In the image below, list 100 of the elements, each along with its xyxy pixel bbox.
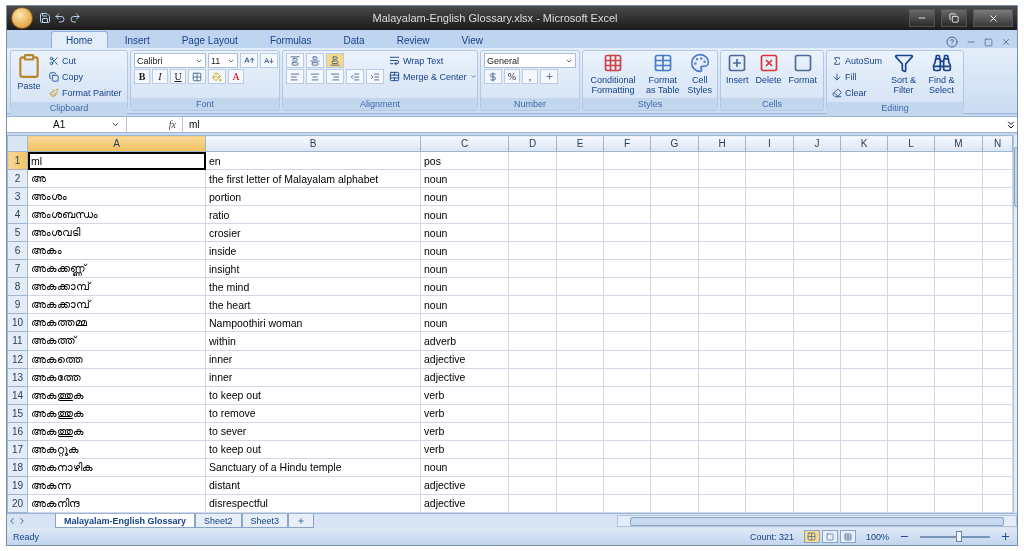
normal-view-button[interactable] xyxy=(803,530,820,543)
font-color-button[interactable]: A xyxy=(228,69,244,84)
ribbon-tab[interactable]: Review xyxy=(381,31,445,48)
grow-font-icon xyxy=(243,55,255,66)
bold-button[interactable]: B xyxy=(134,69,150,84)
ribbon-tab[interactable]: Page Layout xyxy=(166,31,253,48)
ribbon-tab[interactable]: Insert xyxy=(109,31,165,48)
decimal-button[interactable] xyxy=(540,69,558,84)
align-right-button[interactable] xyxy=(326,69,344,84)
column-header[interactable]: M xyxy=(934,135,983,152)
column-header[interactable]: I xyxy=(745,135,794,152)
zoom-in-icon[interactable] xyxy=(1000,531,1011,542)
column-header[interactable]: N xyxy=(982,135,1013,152)
styles-button[interactable]: Conditional Formatting xyxy=(586,53,640,95)
copy-button[interactable]: Copy xyxy=(47,69,124,84)
fill-button[interactable]: Fill xyxy=(830,69,885,84)
align-left-button[interactable] xyxy=(286,69,304,84)
ribbon-tab[interactable]: View xyxy=(446,31,498,48)
column-header[interactable]: E xyxy=(556,135,604,152)
comma-button[interactable]: , xyxy=(522,69,538,84)
column-header[interactable]: K xyxy=(840,135,888,152)
formula-field[interactable]: ml xyxy=(183,117,1005,132)
close-button[interactable] xyxy=(973,9,1013,27)
restore-icon[interactable] xyxy=(984,37,993,47)
new-sheet-tab[interactable] xyxy=(288,514,315,528)
sheet-tab[interactable]: Malayalam-English Glossary xyxy=(55,514,196,528)
help-icon[interactable] xyxy=(946,36,958,48)
table-cell: distant xyxy=(205,476,421,495)
table-cell xyxy=(698,386,746,405)
table-cell xyxy=(650,259,699,278)
table-cell: adjective xyxy=(420,476,509,495)
number-format-field[interactable]: General xyxy=(484,53,576,68)
bottom-align-button[interactable] xyxy=(326,53,344,68)
table-cell: അകക്കാമ്പ് xyxy=(27,277,206,296)
sort-filter-button[interactable]: Sort & Filter xyxy=(887,53,921,95)
column-header[interactable]: H xyxy=(698,135,746,152)
font-size-field[interactable]: 11 xyxy=(208,53,238,68)
autosum-button[interactable]: AutoSum xyxy=(830,53,885,68)
top-align-button[interactable] xyxy=(286,53,304,68)
clear-button[interactable]: Clear xyxy=(830,85,885,100)
currency-button[interactable] xyxy=(484,69,502,84)
table-cell xyxy=(745,368,794,387)
expand-icon[interactable] xyxy=(1005,118,1017,131)
column-header[interactable]: L xyxy=(887,135,935,152)
save-icon[interactable] xyxy=(39,12,51,24)
column-header[interactable]: J xyxy=(793,135,841,152)
column-header[interactable]: F xyxy=(603,135,651,152)
table-cell xyxy=(745,422,794,441)
align-center-button[interactable] xyxy=(306,69,324,84)
select-all-corner[interactable] xyxy=(7,135,28,152)
table-cell xyxy=(650,169,699,188)
underline-button[interactable]: U xyxy=(170,69,186,84)
plus-icon xyxy=(544,72,554,81)
previous-sheet-icon[interactable] xyxy=(7,516,17,526)
font-name-field[interactable]: Calibri xyxy=(134,53,206,68)
name-box[interactable]: A1 xyxy=(7,117,127,132)
office-button[interactable] xyxy=(11,7,33,29)
cut-button[interactable]: Cut xyxy=(47,53,124,68)
percent-button[interactable]: % xyxy=(504,69,520,84)
page-layout-button[interactable] xyxy=(821,530,838,543)
shrink-font-button[interactable] xyxy=(260,53,278,68)
minimize-button[interactable] xyxy=(909,9,935,27)
sheet-tab[interactable]: Sheet2 xyxy=(195,514,242,528)
borders-button[interactable] xyxy=(188,69,206,84)
horizontal-scrollbar[interactable] xyxy=(617,515,1017,527)
ribbon-tab[interactable]: Formulas xyxy=(254,31,327,48)
redo-icon[interactable] xyxy=(69,12,81,24)
sheet-tab[interactable]: Sheet3 xyxy=(241,514,289,528)
decrease-indent-button[interactable] xyxy=(346,69,364,84)
italic-button[interactable]: I xyxy=(152,69,168,84)
middle-align-button[interactable] xyxy=(306,53,324,68)
cells-button[interactable]: Delete xyxy=(753,53,784,85)
ribbon-tab[interactable]: Home xyxy=(51,31,108,48)
wrap-text-button[interactable]: Wrap Text xyxy=(387,53,479,68)
paste-button[interactable]: Paste xyxy=(14,53,44,91)
styles-button[interactable]: Format as Table xyxy=(642,53,683,95)
restore-button[interactable] xyxy=(941,9,967,27)
insert-function-button[interactable]: fx xyxy=(168,119,176,130)
cells-button[interactable]: Format xyxy=(786,53,820,85)
format-painter-button[interactable]: Format Painter xyxy=(47,85,124,100)
undo-icon[interactable] xyxy=(54,12,66,24)
next-sheet-icon[interactable] xyxy=(17,516,27,526)
grow-font-button[interactable] xyxy=(240,53,258,68)
column-header[interactable]: G xyxy=(650,135,699,152)
table-cell xyxy=(556,331,604,350)
find-select-button[interactable]: Find & Select xyxy=(923,53,960,95)
column-header[interactable]: C xyxy=(420,135,509,152)
zoom-thumb[interactable] xyxy=(955,530,962,542)
ribbon-tab[interactable]: Data xyxy=(328,31,380,48)
cells-button[interactable]: Insert xyxy=(724,53,751,85)
page-break-button[interactable] xyxy=(839,530,856,543)
column-header[interactable]: B xyxy=(205,135,421,152)
increase-indent-button[interactable] xyxy=(366,69,384,84)
column-header[interactable]: A xyxy=(27,135,206,152)
fill-color-button[interactable] xyxy=(208,69,226,84)
column-header[interactable]: D xyxy=(508,135,557,152)
styles-button[interactable]: Cell Styles xyxy=(685,53,714,95)
arrow-down-icon xyxy=(832,71,842,82)
merge-center-button[interactable]: Merge & Center xyxy=(387,69,479,84)
close-icon[interactable] xyxy=(1001,37,1011,47)
